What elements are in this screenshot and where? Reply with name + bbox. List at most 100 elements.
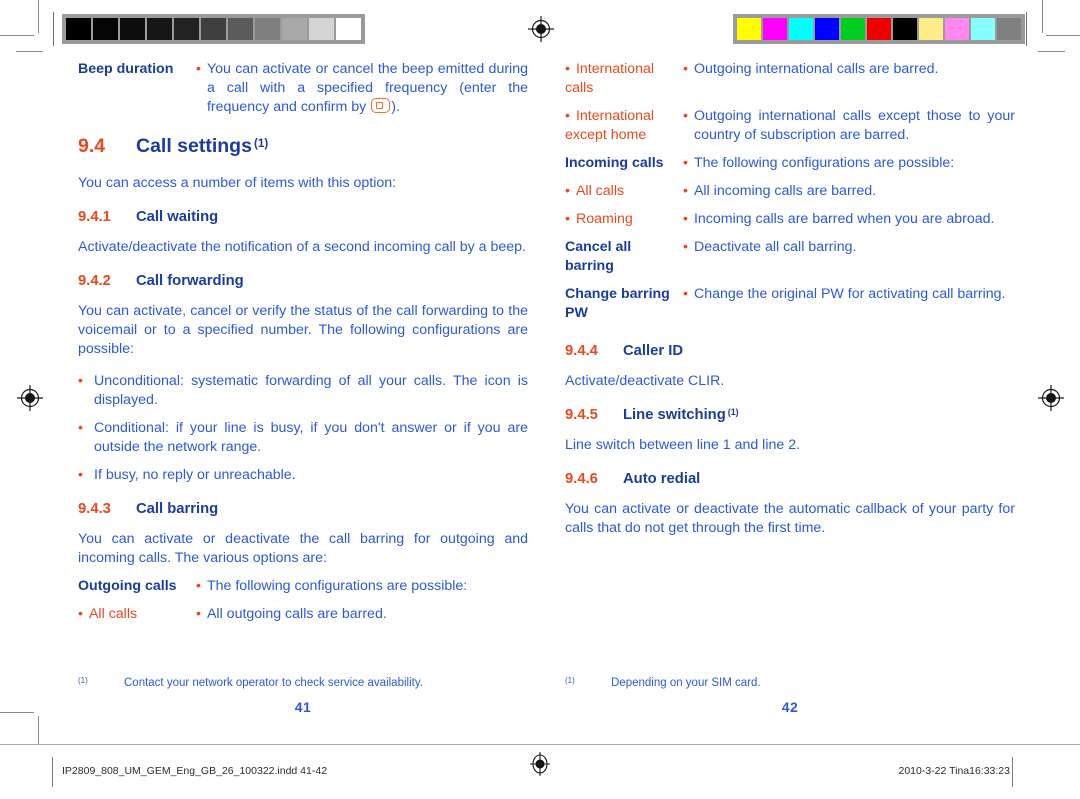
definition-description-text: Deactivate all call barring. <box>693 239 857 255</box>
color-patch <box>737 18 761 40</box>
section-heading-9-4: 9.4 Call settings (1) <box>78 135 528 158</box>
section-intro-text: You can access a number of items with th… <box>78 175 397 191</box>
definition-description: • Change the original PW for activating … <box>683 285 1015 304</box>
definition-description: • Incoming calls are barred when you are… <box>683 210 1015 229</box>
bullet-dot-icon: • <box>683 108 688 124</box>
definition-description-text: All outgoing calls are barred. <box>206 606 387 622</box>
page-number: 41 <box>294 699 312 715</box>
section-title: Call waiting <box>136 209 219 225</box>
page-title: Call settings <box>136 135 252 157</box>
section-heading-9-4-6: 9.4.6 Auto redial <box>565 471 1015 487</box>
section-number: 9.4.3 <box>78 501 111 517</box>
definition-row-incoming-calls: Incoming calls • The following configura… <box>565 154 1015 173</box>
slug-filename: IP2809_808_UM_GEM_Eng_GB_26_100322.indd … <box>62 765 328 777</box>
list-item-text: If busy, no reply or unreachable. <box>94 467 296 483</box>
ok-key-icon <box>371 98 391 113</box>
section-title: Call barring <box>136 501 219 517</box>
crop-mark-top-left-h2 <box>16 51 43 52</box>
term-label: • All calls <box>565 182 683 201</box>
definition-row-outgoing-calls: Outgoing calls • The following configura… <box>78 577 528 596</box>
section-heading-9-4-2: 9.4.2 Call forwarding <box>78 273 528 289</box>
definition-description-text: Outgoing international calls except thos… <box>693 108 1015 143</box>
list-item-text: Unconditional: systematic forwarding of … <box>94 373 528 408</box>
color-patch <box>971 18 995 40</box>
footnote-reference: (1) <box>727 407 739 418</box>
beep-desc-part2: ). <box>391 99 400 115</box>
section-number: 9.4.1 <box>78 209 111 225</box>
process-color-bar <box>733 14 1025 44</box>
bullet-dot-icon: • <box>565 61 570 77</box>
footnote-marker: (1) <box>565 676 575 685</box>
term-label: • International calls <box>565 60 683 98</box>
bullet-dot-icon: • <box>196 578 201 594</box>
color-patch <box>893 18 917 40</box>
slug-datetime: 2010-3-22 Tina16:33:23 <box>898 765 1010 777</box>
gray-patch <box>93 18 118 40</box>
slug-rule-right <box>1012 757 1013 787</box>
gray-patch <box>147 18 172 40</box>
list-item: • If busy, no reply or unreachable. <box>78 466 528 485</box>
footnote-marker: (1) <box>78 676 88 685</box>
definition-description: • You can activate or cancel the beep em… <box>196 60 528 117</box>
bullet-dot-icon: • <box>196 606 201 622</box>
bullet-dot-icon: • <box>683 183 688 199</box>
term-label: • International except home <box>565 107 683 145</box>
definition-description: • Deactivate all call barring. <box>683 238 1015 257</box>
bullet-dot-icon: • <box>565 183 570 199</box>
list-item-text: Conditional: if your line is busy, if yo… <box>94 420 528 455</box>
body-paragraph: You can activate, cancel or verify the s… <box>78 303 528 357</box>
crop-mark-top-left-h <box>0 35 34 36</box>
definition-description: • The following configurations are possi… <box>683 154 1015 173</box>
definition-description-text: You can activate or cancel the beep emit… <box>207 60 528 117</box>
trim-rule-left <box>53 12 54 46</box>
body-paragraph: Line switch between line 1 and line 2. <box>565 437 801 453</box>
definition-description: • All outgoing calls are barred. <box>196 605 528 624</box>
section-title: Line switching <box>623 407 726 423</box>
definition-description-text: Outgoing international calls are barred. <box>693 61 939 77</box>
section-heading-9-4-1: 9.4.1 Call waiting <box>78 209 528 225</box>
gray-patch <box>120 18 145 40</box>
section-heading-9-4-4: 9.4.4 Caller ID <box>565 343 1015 359</box>
color-patch <box>789 18 813 40</box>
bullet-dot-icon: • <box>78 467 83 483</box>
beep-desc-part1: You can activate or cancel the beep emit… <box>206 61 528 115</box>
term-label-text: All calls <box>88 606 138 622</box>
term-label: Beep duration <box>78 61 174 77</box>
color-patch <box>815 18 839 40</box>
definition-description: • The following configurations are possi… <box>196 577 528 596</box>
definition-description-text: The following configurations are possibl… <box>693 155 955 171</box>
definition-description: • Outgoing international calls are barre… <box>683 60 1015 79</box>
bullet-dot-icon: • <box>683 61 688 77</box>
section-number: 9.4.4 <box>565 343 598 359</box>
term-label-text: All calls <box>575 183 625 199</box>
section-heading-9-4-3: 9.4.3 Call barring <box>78 501 528 517</box>
bullet-dot-icon: • <box>565 211 570 227</box>
gray-patch <box>228 18 253 40</box>
crop-mark-top-right-v <box>1042 0 1043 33</box>
footnote-zone-right: (1) Depending on your SIM card. 42 <box>565 676 1015 715</box>
bullet-dot-icon: • <box>683 286 688 302</box>
term-label: • Roaming <box>565 210 683 229</box>
crop-mark-top-right-h2 <box>1038 51 1065 52</box>
definition-description: • All incoming calls are barred. <box>683 182 1015 201</box>
definition-description-text: Incoming calls are barred when you are a… <box>693 211 995 227</box>
color-patch <box>919 18 943 40</box>
crop-mark-bottom-left-h <box>0 712 34 713</box>
footnote: (1) Contact your network operator to che… <box>78 676 528 691</box>
section-number: 9.4.2 <box>78 273 111 289</box>
color-patch <box>945 18 969 40</box>
bullet-dot-icon: • <box>78 606 83 622</box>
term-label: Cancel all barring <box>565 239 632 274</box>
definition-description: • Outgoing international calls except th… <box>683 107 1015 145</box>
gray-patch <box>255 18 280 40</box>
section-title: Caller ID <box>623 343 684 359</box>
definition-row-international-calls: • International calls • Outgoing internat… <box>565 60 1015 98</box>
gray-patch <box>336 18 361 40</box>
body-paragraph: Activate/deactivate CLIR. <box>565 373 725 389</box>
bullet-dot-icon: • <box>78 373 83 389</box>
page-number: 42 <box>781 699 799 715</box>
gray-patch <box>309 18 334 40</box>
term-label: Change barring PW <box>565 286 670 321</box>
bullet-dot-icon: • <box>683 239 688 255</box>
footnote: (1) Depending on your SIM card. <box>565 676 1015 691</box>
